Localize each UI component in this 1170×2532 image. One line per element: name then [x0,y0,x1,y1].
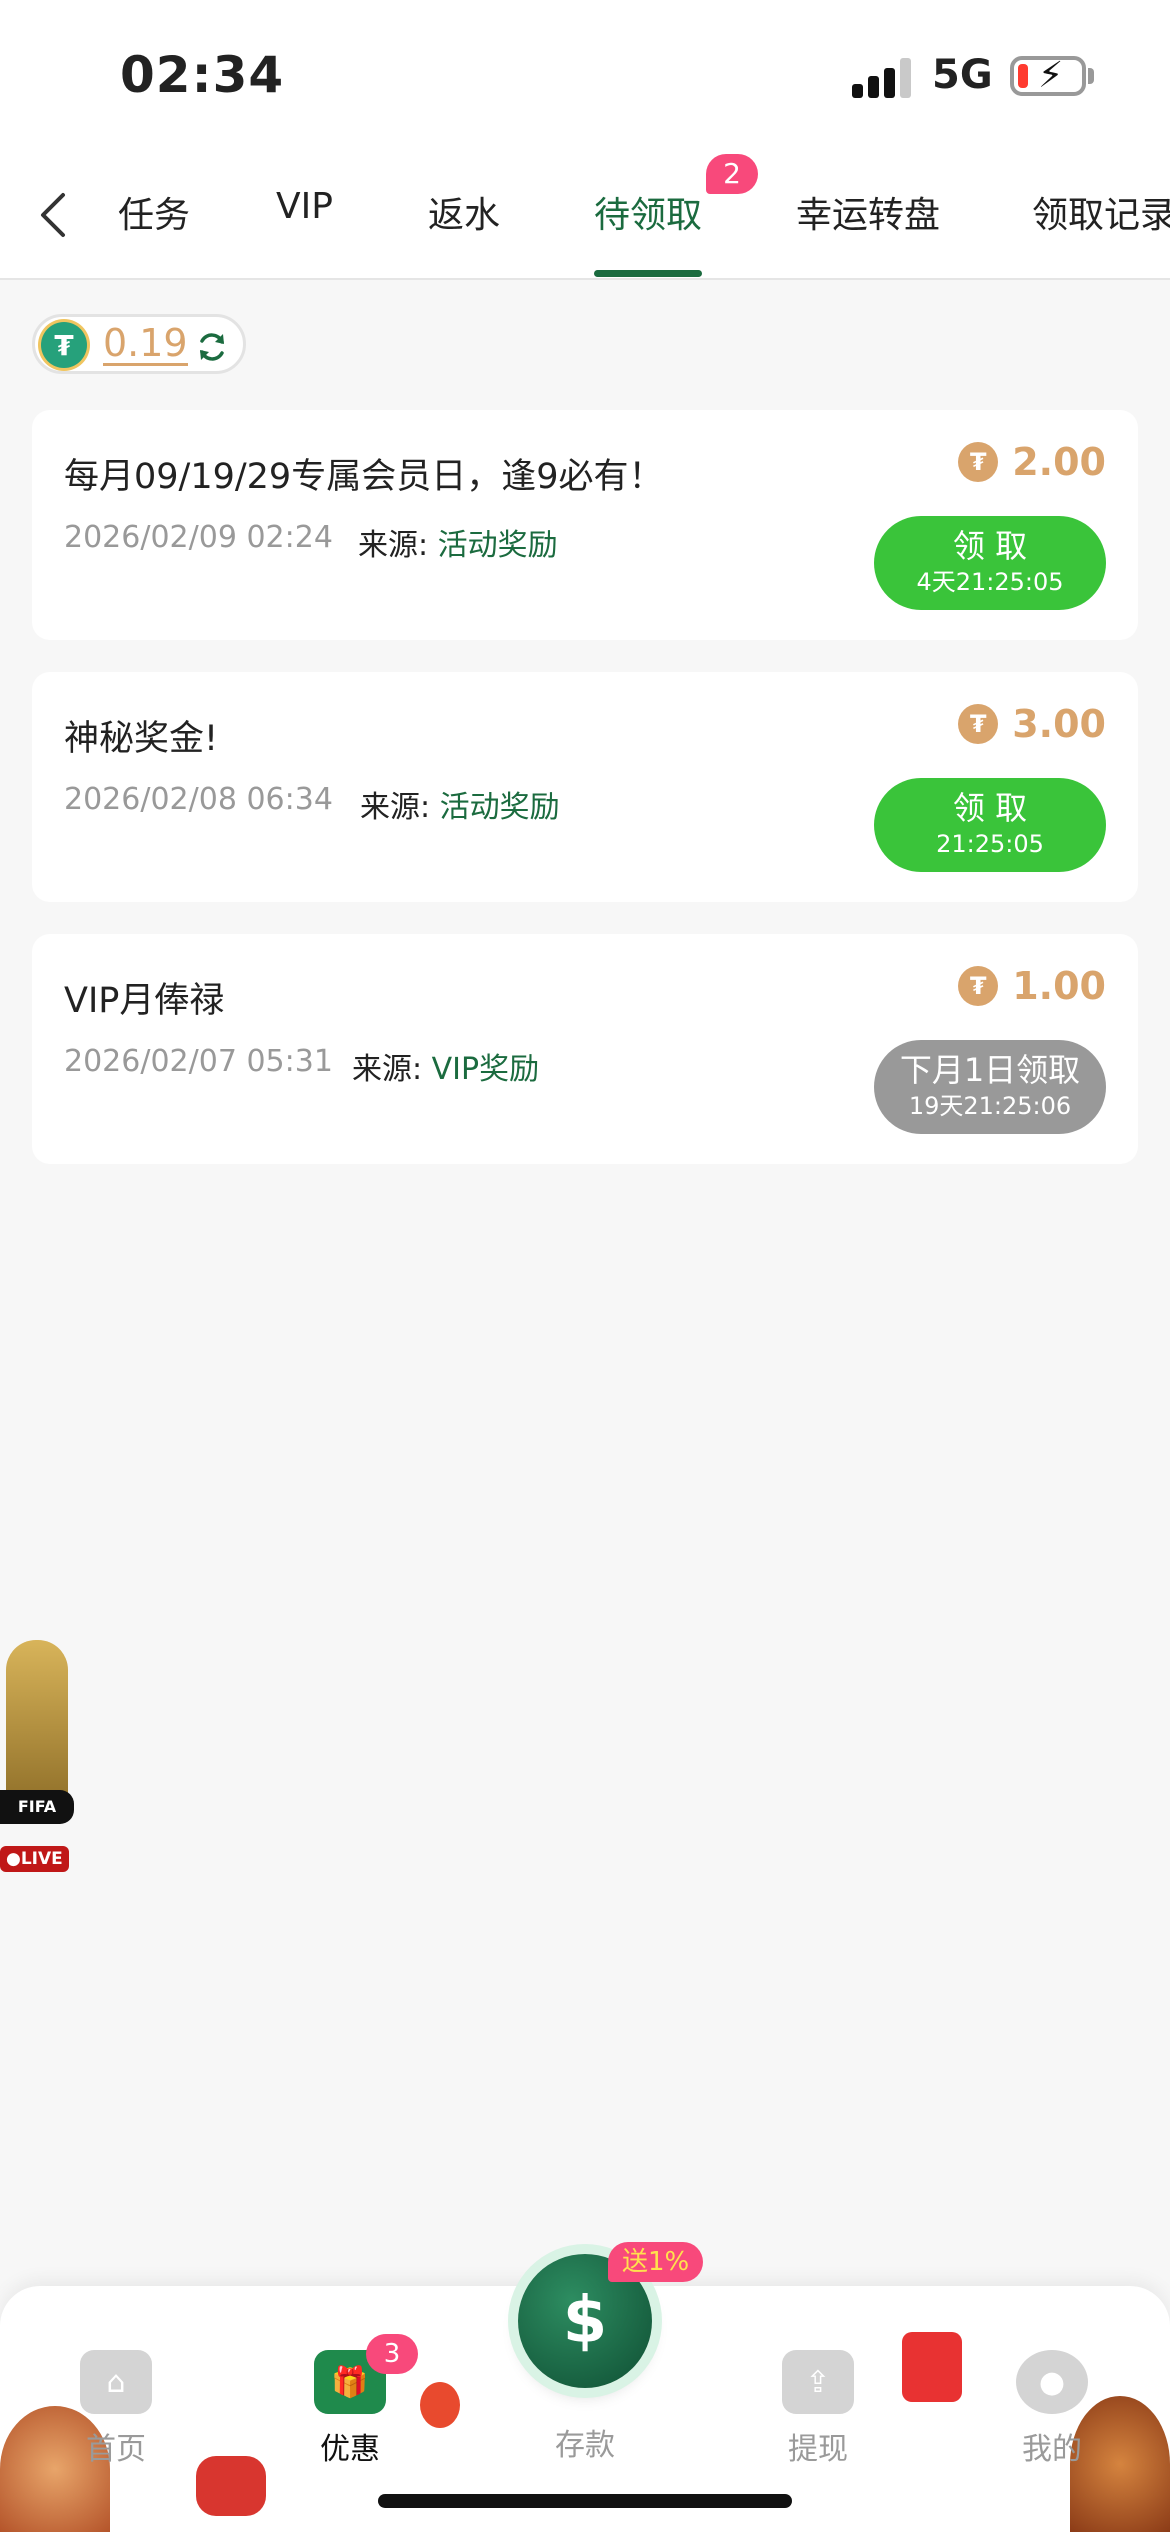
back-button[interactable] [24,180,80,250]
tab-bar: 任务 VIP 返水 待领取 2 幸运转盘 领取记录 [0,150,1170,280]
fifa-band: FIFA [0,1790,74,1824]
usdt-icon: ₮ [41,322,87,368]
home-indicator [378,2494,792,2508]
signal-icon [852,58,914,98]
balance-pill: ₮ 0.19 [32,314,246,374]
nav-home[interactable]: ⌂ 首页 [56,2350,176,2468]
usdt-icon: ₮ [958,442,999,482]
tab-pending[interactable]: 待领取 [594,186,702,238]
tab-active-indicator [594,270,702,277]
reward-amount-value: 2.00 [1012,440,1106,484]
lantern-decoration [420,2382,460,2428]
reward-source-value: VIP奖励 [431,1052,540,1087]
reward-source-label: 来源: [360,790,431,825]
tab-claim-records[interactable]: 领取记录 [1032,186,1170,238]
reward-card: 神秘奖金! 2026/02/08 06:34 来源: 活动奖励 ₮ 3.00 领… [32,672,1138,902]
nav-offers-label: 优惠 [320,2432,380,2467]
claim-button-label: 领 取 [952,527,1028,565]
chevron-left-icon [41,193,65,237]
nav-offers[interactable]: 🎁 3 优惠 [290,2334,418,2468]
deposit-promo-badge: 送1% [608,2242,704,2282]
usdt-icon: ₮ [958,704,999,744]
nav-offers-badge: 3 [366,2334,418,2374]
reward-title: 每月09/19/29专属会员日，逢9必有！ [64,457,664,497]
claim-countdown: 4天21:25:05 [916,568,1064,596]
claim-countdown: 21:25:05 [936,830,1044,858]
reward-amount: ₮ 1.00 [958,964,1106,1008]
reward-title: 神秘奖金! [64,719,219,759]
reward-card: VIP月俸禄 2026/02/07 05:31 来源: VIP奖励 ₮ 1.00… [32,934,1138,1164]
claim-button-label: 领 取 [952,789,1028,827]
fifa-live-widget[interactable]: FIFA ●LIVE [0,1640,74,1880]
reward-amount: ₮ 2.00 [958,440,1106,484]
drum-decoration [196,2456,266,2516]
reward-card: 每月09/19/29专属会员日，逢9必有！ 2026/02/09 02:24 来… [32,410,1138,640]
tab-lucky-wheel[interactable]: 幸运转盘 [796,186,940,238]
nav-withdraw[interactable]: ⇪ 提现 [758,2350,878,2468]
usdt-icon: ₮ [958,966,999,1006]
nav-mine[interactable]: ● 我的 [992,2350,1112,2468]
balance-value: 0.19 [103,321,188,366]
claim-button-label: 下月1日领取 [899,1051,1081,1089]
live-badge: ●LIVE [0,1846,69,1872]
reward-date: 2026/02/08 06:34 [64,782,333,817]
claim-button[interactable]: 领 取 4天21:25:05 [874,516,1106,610]
reward-source-label: 来源: [358,528,429,563]
reward-source: 来源: VIP奖励 [352,1044,539,1088]
status-time: 02:34 [120,46,285,104]
nav-home-label: 首页 [86,2432,146,2467]
reward-amount-value: 1.00 [1012,964,1106,1008]
nav-deposit-label[interactable]: 存款 [525,2420,645,2464]
nav-withdraw-label: 提现 [788,2432,848,2467]
reward-date: 2026/02/09 02:24 [64,520,333,555]
reward-title: VIP月俸禄 [64,981,225,1021]
refresh-icon[interactable] [195,330,229,364]
battery-icon: ⚡ [1010,56,1086,96]
reward-amount: ₮ 3.00 [958,702,1106,746]
user-icon: ● [1016,2350,1088,2414]
tab-pending-badge: 2 [706,154,758,194]
tab-task[interactable]: 任务 [100,186,190,238]
claim-countdown: 19天21:25:06 [908,1092,1072,1120]
claim-button[interactable]: 领 取 21:25:05 [874,778,1106,872]
reward-date: 2026/02/07 05:31 [64,1044,333,1079]
claim-button-disabled[interactable]: 下月1日领取 19天21:25:06 [874,1040,1106,1134]
red-envelope-decoration [902,2332,962,2402]
status-bar: 02:34 5G ⚡ [0,0,1170,150]
network-type: 5G [932,52,993,98]
reward-source-value: 活动奖励 [437,528,558,563]
tab-rebate[interactable]: 返水 [428,186,500,238]
reward-source: 来源: 活动奖励 [360,782,560,826]
reward-amount-value: 3.00 [1012,702,1106,746]
reward-source-value: 活动奖励 [439,790,560,825]
reward-source: 来源: 活动奖励 [358,520,558,564]
battery-cap [1088,68,1094,84]
nav-mine-label: 我的 [1022,2432,1082,2467]
home-icon: ⌂ [80,2350,152,2414]
reward-source-label: 来源: [352,1052,423,1087]
tab-vip[interactable]: VIP [276,186,333,227]
upload-icon: ⇪ [782,2350,854,2414]
